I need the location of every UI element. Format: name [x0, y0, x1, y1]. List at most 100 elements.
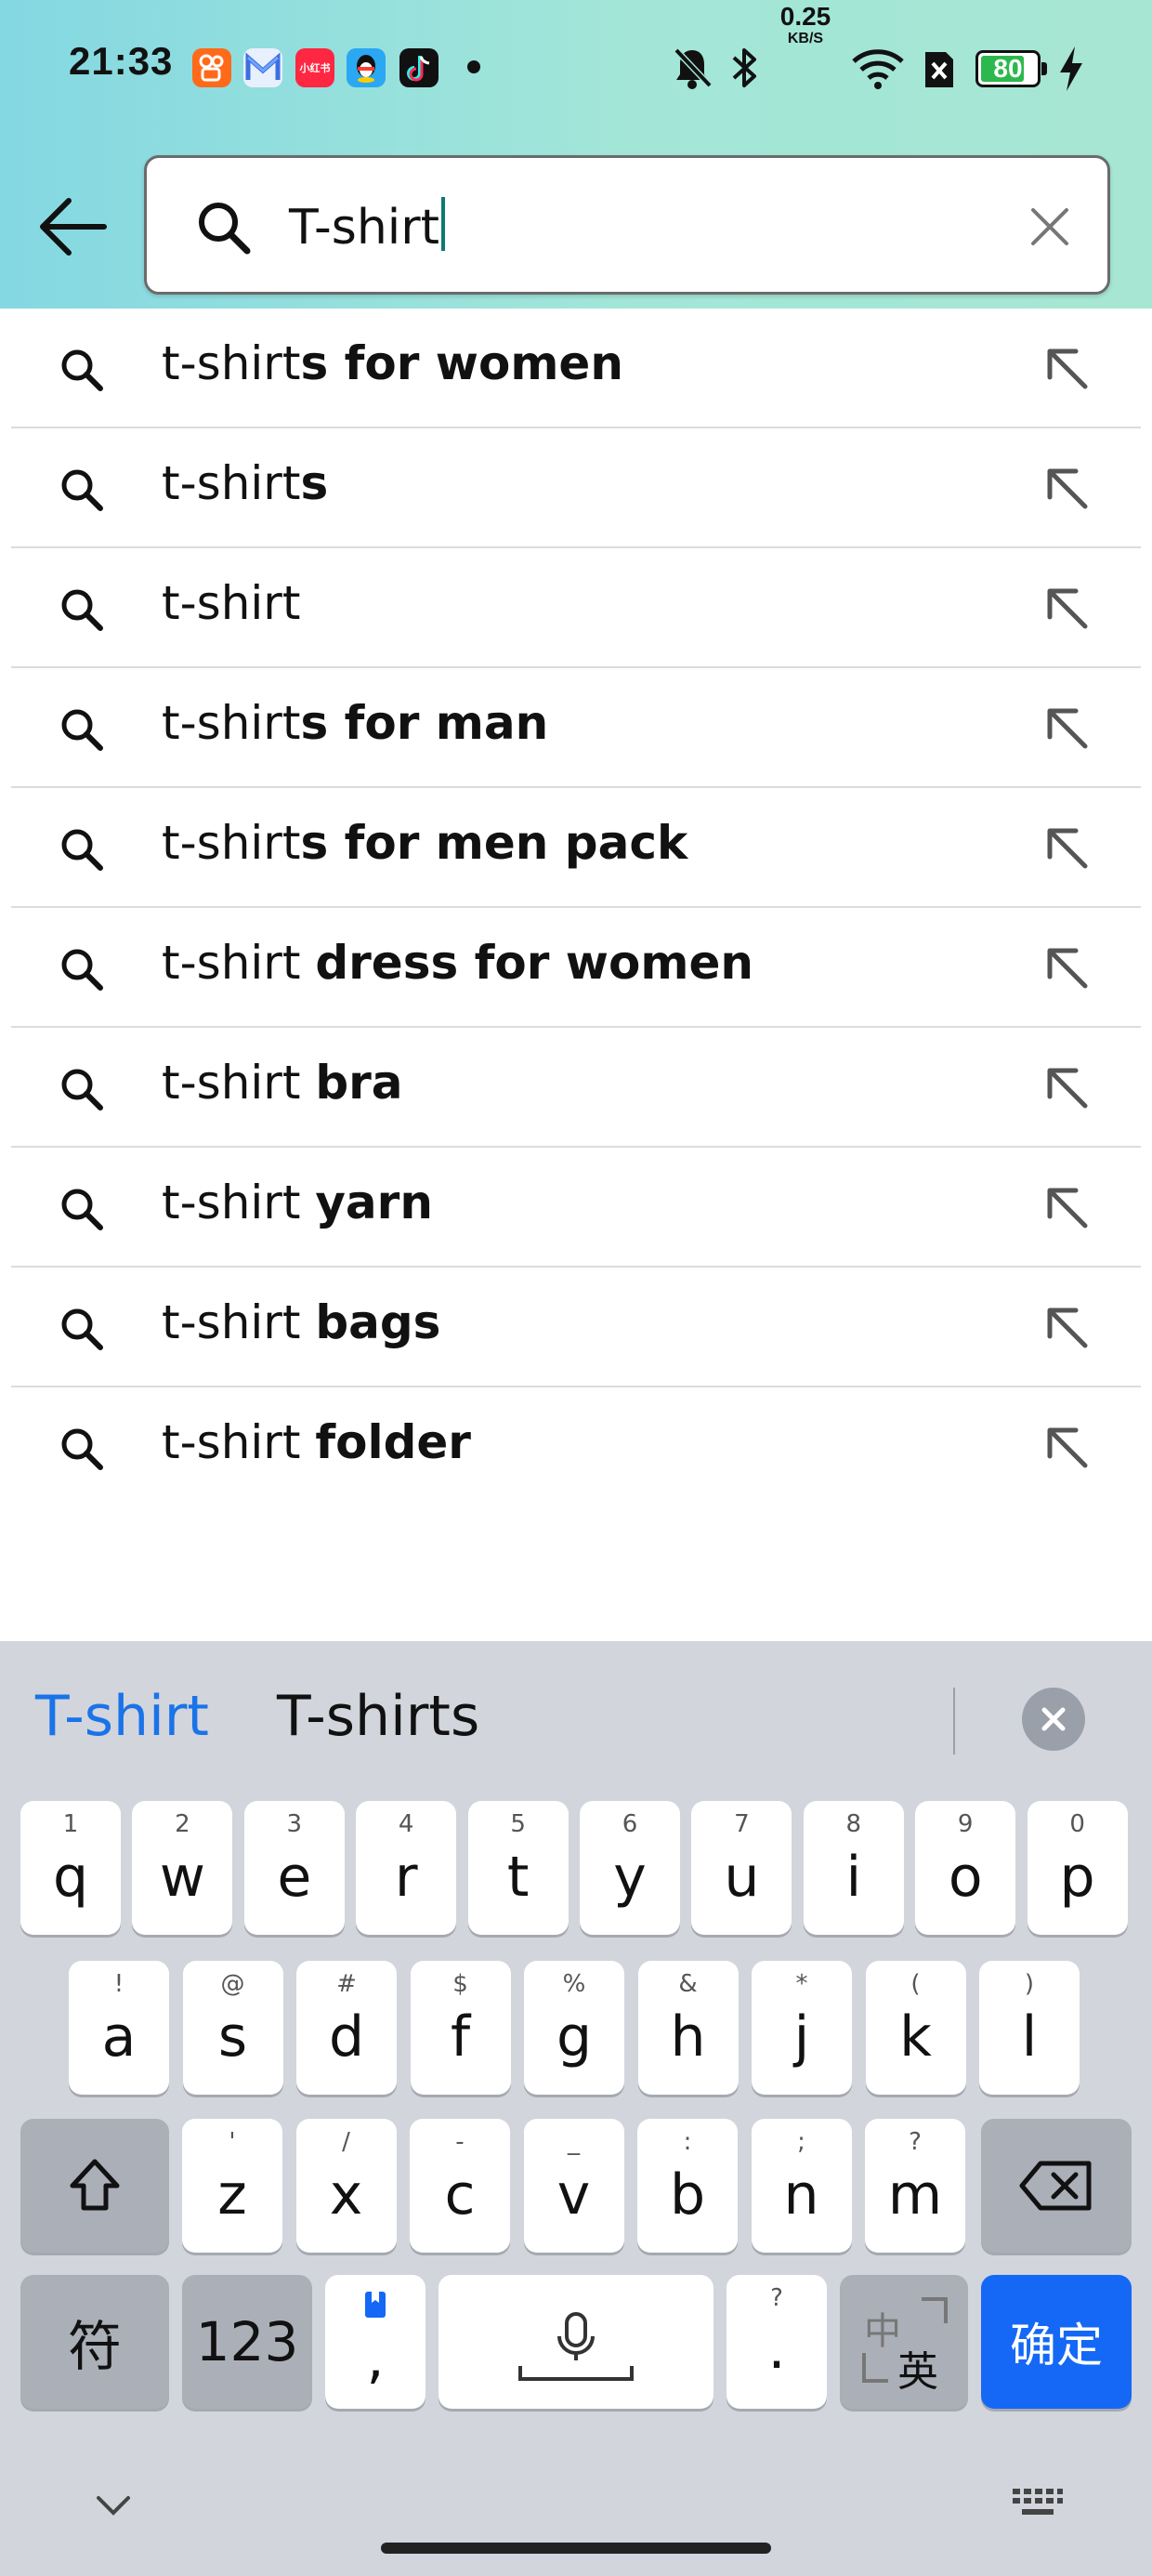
key-k[interactable]: (k — [865, 1961, 966, 2095]
suggestion-item[interactable]: t-shirt bags — [11, 1268, 1141, 1387]
suggestion-item[interactable]: t-shirt yarn — [11, 1148, 1141, 1268]
symbols-key[interactable]: 符 — [20, 2275, 169, 2409]
suggestion-item[interactable]: t-shirts for men pack — [11, 788, 1141, 908]
suggestion-completion: s — [300, 456, 329, 510]
language-switch-key[interactable]: 中 英 — [840, 2275, 968, 2409]
search-icon — [199, 203, 251, 255]
suggestion-prefix: t-shirt — [162, 1295, 316, 1349]
search-input[interactable]: T-shirt — [289, 197, 446, 256]
key-c[interactable]: -c — [410, 2119, 510, 2253]
status-time: 21:33 — [69, 39, 174, 83]
key-m[interactable]: ? m — [865, 2119, 965, 2253]
suggestion-text: t-shirts — [162, 456, 328, 510]
key-l[interactable]: ) l — [979, 1961, 1080, 2095]
suggestion-list: t-shirts for women t-shirts t-shirt t-shirt… — [0, 309, 1152, 1505]
key-a[interactable]: ! a — [69, 1961, 169, 2095]
key-h[interactable]: & h — [637, 1961, 739, 2095]
suggestion-item[interactable]: t-shirts for man — [11, 668, 1141, 788]
candidate-word[interactable]: T-shirts — [277, 1684, 479, 1749]
suggestion-text: t-shirts for man — [162, 696, 548, 750]
confirm-key[interactable]: 确定 — [981, 2275, 1132, 2409]
suggestion-item[interactable]: t-shirts — [11, 428, 1141, 548]
key-x[interactable]: / x — [295, 2119, 397, 2253]
numbers-key[interactable]: 123 — [182, 2275, 312, 2409]
search-icon — [61, 469, 103, 511]
search-icon — [61, 1428, 103, 1470]
candidate-word[interactable]: T-shirt — [35, 1684, 209, 1749]
search-icon — [61, 349, 103, 391]
suggestion-text: t-shirts for men pack — [162, 816, 687, 870]
suggestion-text: t-shirt bags — [162, 1295, 440, 1349]
suggestion-completion: yarn — [315, 1176, 433, 1229]
key-b[interactable]: :b — [637, 2119, 738, 2253]
close-icon — [1031, 208, 1068, 245]
wifi-icon — [852, 49, 904, 89]
suggestion-completion: bags — [315, 1295, 441, 1349]
hide-keyboard-chevron-icon[interactable] — [93, 2492, 134, 2518]
shift-arrow-icon — [70, 2159, 120, 2211]
key-r[interactable]: 4r — [356, 1801, 457, 1935]
home-indicator[interactable] — [381, 2543, 771, 2554]
key-f[interactable]: $ f — [410, 1961, 511, 2095]
suggestion-prefix: t-shirt — [162, 1176, 316, 1229]
key-d[interactable]: # d — [296, 1961, 397, 2095]
fill-query-arrow-icon[interactable] — [1041, 342, 1093, 394]
backspace-key[interactable] — [981, 2119, 1132, 2253]
suggestion-item[interactable]: t-shirt — [11, 548, 1141, 668]
key-n[interactable]: ; n — [751, 2119, 852, 2253]
suggestion-prefix: t-shirt — [162, 576, 301, 630]
period-key[interactable]: ? . — [727, 2275, 827, 2409]
fill-query-arrow-icon[interactable] — [1041, 1421, 1093, 1473]
key-g[interactable]: % g — [524, 1961, 624, 2095]
sim-off-icon — [925, 52, 953, 87]
key-v[interactable]: _ v — [523, 2119, 624, 2253]
top-header: 21:33 小红书 0.25 KB/S 80 T-shirt — [0, 0, 1152, 309]
key-y[interactable]: 6y — [580, 1801, 680, 1935]
key-i[interactable]: 8i — [803, 1801, 904, 1935]
suggestion-item[interactable]: t-shirt folder — [11, 1387, 1141, 1505]
battery-indicator: 80 — [975, 50, 1047, 87]
search-icon — [61, 1069, 103, 1111]
fill-query-arrow-icon[interactable] — [1041, 1301, 1093, 1353]
key-o[interactable]: 9o — [915, 1801, 1016, 1935]
key-p[interactable]: 0p — [1027, 1801, 1128, 1935]
suggestion-item[interactable]: t-shirts for women — [11, 309, 1141, 428]
fill-query-arrow-icon[interactable] — [1041, 462, 1093, 514]
candidate-bar: T-shirt T-shirts — [0, 1641, 1152, 1790]
key-u[interactable]: 7u — [691, 1801, 792, 1935]
space-key[interactable] — [439, 2275, 713, 2409]
key-e[interactable]: 3e — [243, 1801, 345, 1935]
fill-query-arrow-icon[interactable] — [1041, 1181, 1093, 1233]
back-button[interactable] — [33, 191, 111, 262]
fill-query-arrow-icon[interactable] — [1041, 702, 1093, 754]
fill-query-arrow-icon[interactable] — [1041, 821, 1093, 874]
suggestion-item[interactable]: t-shirt dress for women — [11, 908, 1141, 1028]
key-s[interactable]: @ s — [182, 1961, 283, 2095]
close-candidates-button[interactable] — [1022, 1688, 1085, 1751]
search-icon — [61, 1308, 103, 1350]
arrow-left-icon — [40, 198, 107, 256]
shift-key[interactable] — [20, 2119, 169, 2253]
search-icon — [61, 709, 103, 751]
key-q[interactable]: 1q — [20, 1801, 121, 1935]
kuaishou-app-icon — [192, 48, 231, 87]
comma-key[interactable]: , — [325, 2275, 425, 2409]
suggestion-prefix: t-shirt — [162, 816, 301, 870]
key-w[interactable]: 2w — [132, 1801, 233, 1935]
key-j[interactable]: * j — [752, 1961, 852, 2095]
suggestion-item[interactable]: t-shirt bra — [11, 1028, 1141, 1148]
keyboard-switch-icon[interactable] — [1011, 2487, 1065, 2520]
suggestion-prefix: t-shirt — [162, 1415, 316, 1469]
bluetooth-icon — [732, 48, 756, 87]
key-t[interactable]: 5t — [467, 1801, 569, 1935]
network-speed: 0.25 KB/S — [779, 2, 831, 46]
key-z[interactable]: ' z — [182, 2119, 282, 2253]
suggestion-completion: dress for women — [315, 936, 753, 990]
fill-query-arrow-icon[interactable] — [1041, 1061, 1093, 1113]
search-icon — [61, 949, 103, 991]
fill-query-arrow-icon[interactable] — [1041, 941, 1093, 993]
search-icon — [61, 829, 103, 871]
clear-search-button[interactable] — [1028, 204, 1072, 249]
fill-query-arrow-icon[interactable] — [1041, 582, 1093, 634]
search-box[interactable]: T-shirt — [144, 155, 1110, 295]
